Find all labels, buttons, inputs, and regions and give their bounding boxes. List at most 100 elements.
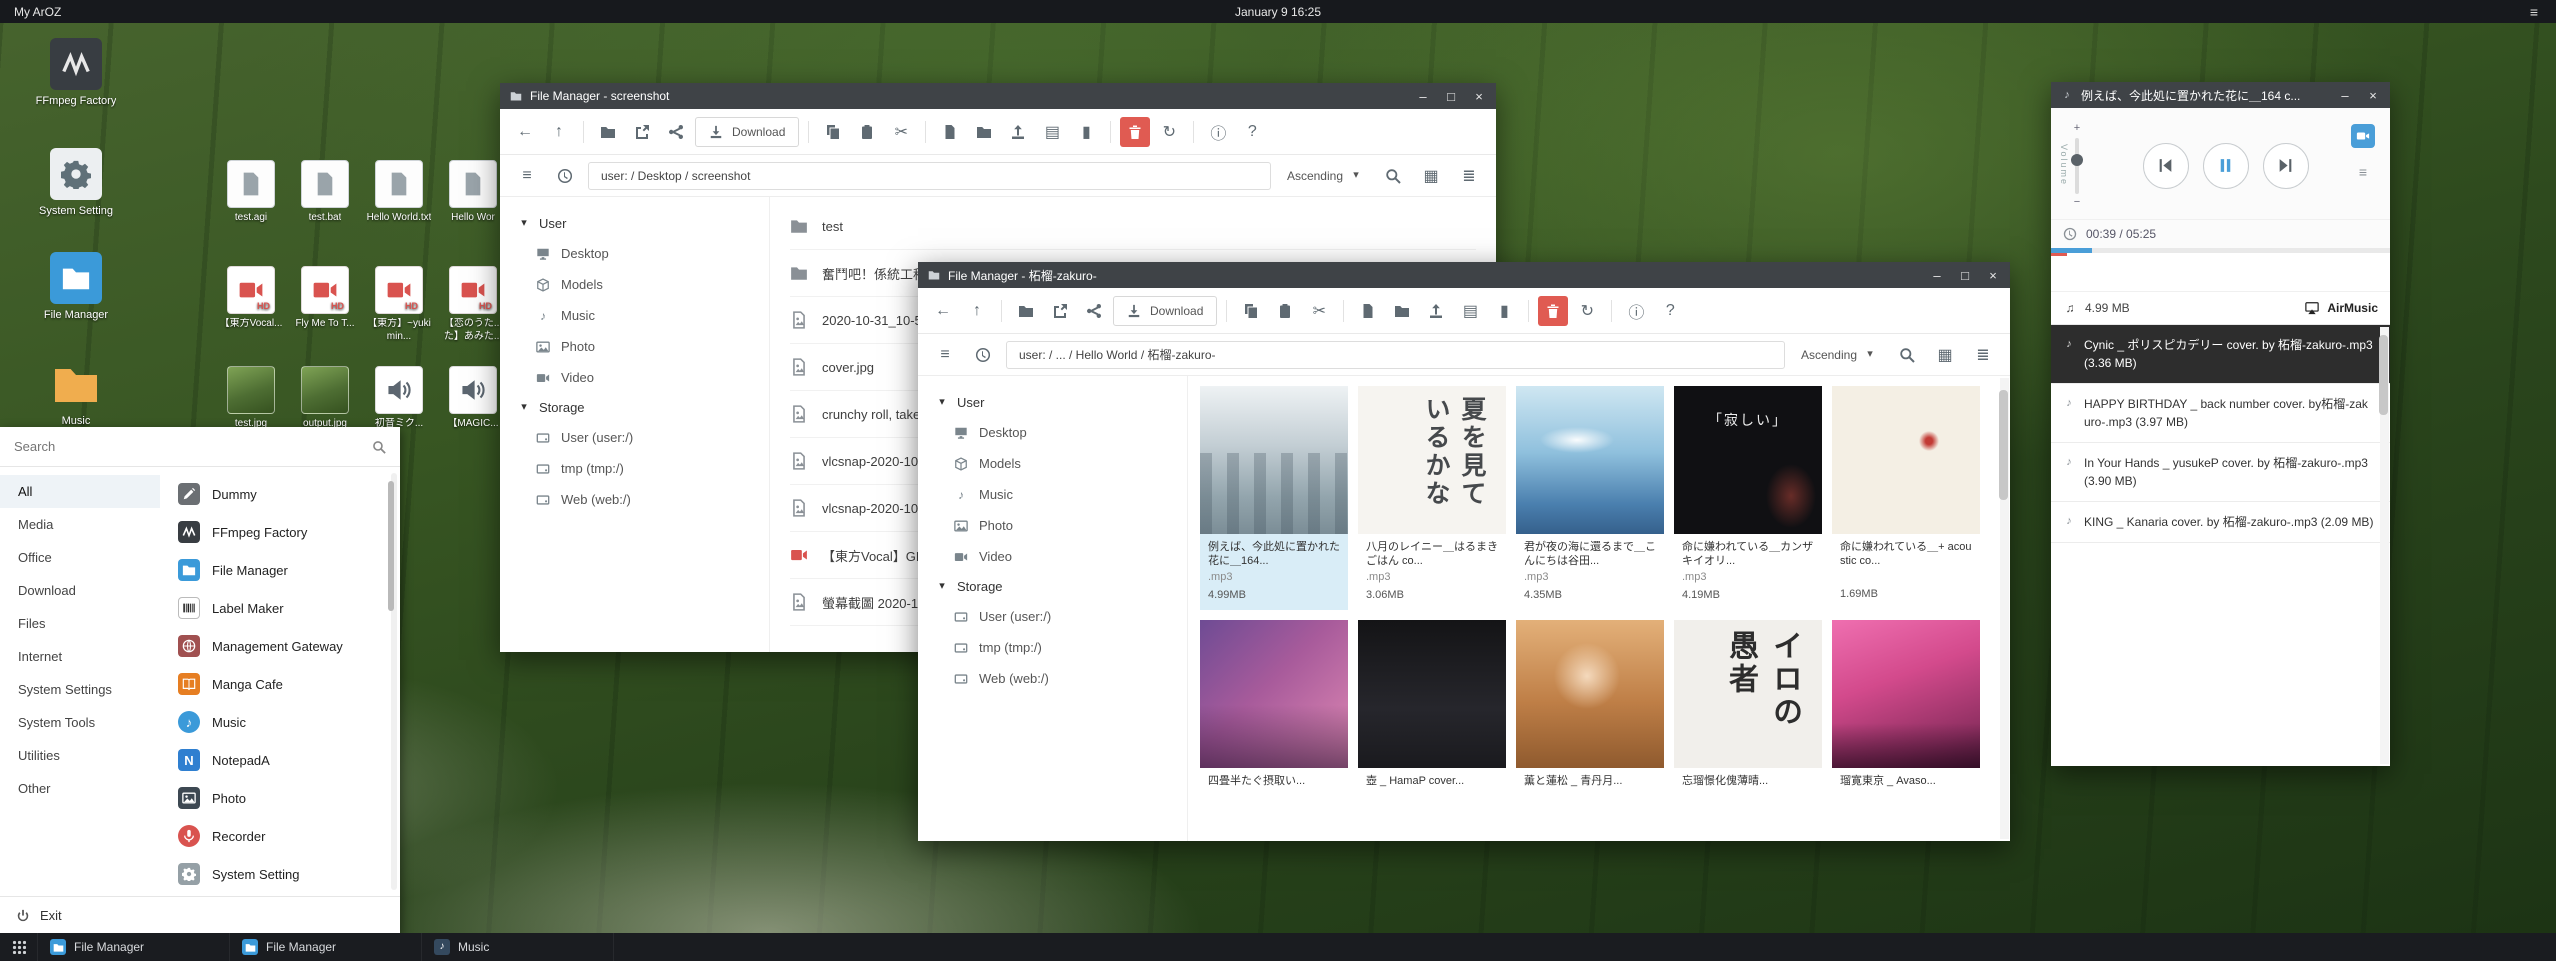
upload-button[interactable] <box>1003 117 1033 147</box>
sidebar-section-user[interactable]: ▾ User <box>500 209 769 238</box>
category-utilities[interactable]: Utilities <box>0 739 160 772</box>
scrollbar-thumb[interactable] <box>1999 390 2008 500</box>
next-button[interactable] <box>2263 143 2309 189</box>
app-item-ffmpeg-factory[interactable]: FFmpeg Factory <box>164 513 400 551</box>
exit-button[interactable]: Exit <box>0 896 400 934</box>
upload-button[interactable] <box>1421 296 1451 326</box>
app-launcher-button[interactable] <box>0 933 38 961</box>
category-system-tools[interactable]: System Tools <box>0 706 160 739</box>
sidebar-item-models[interactable]: Models <box>918 448 1187 479</box>
sidebar-item-tmp-drive[interactable]: tmp (tmp:/) <box>500 453 769 484</box>
desktop-file-test-agi[interactable]: test.agi <box>216 160 286 225</box>
sidebar-item-music[interactable]: ♪Music <box>500 300 769 331</box>
download-button[interactable]: Download <box>695 117 799 147</box>
file-tile[interactable]: 壺 _ HamaP cover... <box>1358 620 1506 788</box>
search-icon[interactable] <box>372 440 386 454</box>
close-button[interactable]: × <box>2366 88 2380 102</box>
playlist-scrollbar[interactable] <box>2380 327 2389 764</box>
desktop-file-audio-1[interactable]: 初音ミク... <box>364 366 434 431</box>
app-item-music[interactable]: ♪ Music <box>164 703 400 741</box>
desktop-file-video-3[interactable]: HD 【東方】~yukimin... <box>364 266 434 343</box>
desktop-file-audio-2[interactable]: 【MAGIC... <box>438 366 508 431</box>
app-item-notepada[interactable]: NotepadA <box>164 741 400 779</box>
app-item-system-setting[interactable]: System Setting <box>164 855 400 893</box>
scrollbar-thumb[interactable] <box>388 481 394 611</box>
cast-button[interactable] <box>2351 124 2375 148</box>
archive-button[interactable]: ▤ <box>1455 296 1485 326</box>
grid-view-button[interactable]: ▦ <box>1416 161 1446 191</box>
sort-dropdown[interactable]: Ascending ▾ <box>1793 341 1884 369</box>
app-item-label-maker[interactable]: Label Maker <box>164 589 400 627</box>
vertical-scrollbar[interactable] <box>2000 378 2009 839</box>
file-row[interactable]: test <box>790 203 1476 250</box>
minimize-button[interactable]: – <box>2338 88 2352 102</box>
file-tile[interactable]: 「寂しい」 命に嫌われている＿カンザキイオリ... .mp3 4.19MB <box>1674 386 1822 610</box>
up-button[interactable]: ↑ <box>962 296 992 326</box>
history-button[interactable] <box>550 161 580 191</box>
sidebar-item-photo[interactable]: Photo <box>918 510 1187 541</box>
volume-up-icon[interactable]: + <box>2071 123 2083 135</box>
taskbar-item-file-manager-2[interactable]: File Manager <box>230 933 422 961</box>
app-list-scrollbar[interactable] <box>391 473 397 890</box>
file-tile[interactable]: 君が夜の海に還るまで＿こんにちは谷田... .mp3 4.35MB <box>1516 386 1664 610</box>
download-button[interactable]: Download <box>1113 296 1217 326</box>
volume-slider[interactable] <box>2075 138 2079 194</box>
maximize-button[interactable]: □ <box>1444 89 1458 103</box>
search-input[interactable] <box>14 439 364 454</box>
archive-button[interactable]: ▤ <box>1037 117 1067 147</box>
close-button[interactable]: × <box>1472 89 1486 103</box>
file-tile[interactable]: 夏を見ているかな 八月のレイニー＿はるまきごはん co... .mp3 3.06… <box>1358 386 1506 610</box>
file-tile[interactable]: 薫と蓮松 _ 青丹月... <box>1516 620 1664 788</box>
desktop-file-test-bat[interactable]: test.bat <box>290 160 360 225</box>
sidebar-item-music[interactable]: ♪Music <box>918 479 1187 510</box>
close-button[interactable]: × <box>1986 268 2000 282</box>
share-button[interactable] <box>661 117 691 147</box>
app-item-recorder[interactable]: Recorder <box>164 817 400 855</box>
playlist-item[interactable]: ♪ HAPPY BIRTHDAY _ back number cover. by… <box>2051 384 2390 443</box>
back-button[interactable]: ← <box>928 296 958 326</box>
file-tile[interactable]: 四畳半たぐ摂取い... <box>1200 620 1348 788</box>
sidebar-item-models[interactable]: Models <box>500 269 769 300</box>
desktop-file-test-jpg[interactable]: test.jpg <box>216 366 286 431</box>
open-button[interactable] <box>593 117 623 147</box>
up-button[interactable]: ↑ <box>544 117 574 147</box>
category-office[interactable]: Office <box>0 541 160 574</box>
rename-button[interactable]: ▮ <box>1489 296 1519 326</box>
info-button[interactable]: ⓘ <box>1621 296 1651 326</box>
help-button[interactable]: ? <box>1237 117 1267 147</box>
sidebar-section-user[interactable]: ▾ User <box>918 388 1187 417</box>
desktop-file-hello-wor[interactable]: Hello Wor <box>438 160 508 225</box>
cut-button[interactable]: ✂ <box>886 117 916 147</box>
app-item-file-manager[interactable]: File Manager <box>164 551 400 589</box>
rename-button[interactable]: ▮ <box>1071 117 1101 147</box>
top-menu-icon[interactable]: ≡ <box>2526 4 2542 20</box>
app-item-manga-cafe[interactable]: Manga Cafe <box>164 665 400 703</box>
window-titlebar[interactable]: ♪ 例えば、今此処に置かれた花に＿164 c... – × <box>2051 82 2390 108</box>
copy-button[interactable] <box>1236 296 1266 326</box>
file-tile[interactable]: 瑠寛東京 _ Avaso... <box>1832 620 1980 788</box>
open-button[interactable] <box>1011 296 1041 326</box>
paste-button[interactable] <box>852 117 882 147</box>
sidebar-section-storage[interactable]: ▾ Storage <box>500 393 769 422</box>
sidebar-item-user-drive[interactable]: User (user:/) <box>500 422 769 453</box>
volume-slider-thumb[interactable] <box>2071 154 2083 166</box>
category-download[interactable]: Download <box>0 574 160 607</box>
sort-dropdown[interactable]: Ascending ▾ <box>1279 162 1370 190</box>
new-folder-button[interactable] <box>1387 296 1417 326</box>
sidebar-item-web-drive[interactable]: Web (web:/) <box>918 663 1187 694</box>
path-input[interactable]: user: / Desktop / screenshot <box>588 162 1271 190</box>
playlist-item[interactable]: ♪ In Your Hands _ yusukeP cover. by 柘榴-z… <box>2051 443 2390 502</box>
app-item-management-gateway[interactable]: Management Gateway <box>164 627 400 665</box>
volume-down-icon[interactable]: − <box>2071 197 2083 209</box>
progress-bar[interactable] <box>2051 248 2390 253</box>
list-view-button[interactable]: ≣ <box>1968 340 1998 370</box>
sidebar-item-tmp-drive[interactable]: tmp (tmp:/) <box>918 632 1187 663</box>
refresh-button[interactable]: ↻ <box>1572 296 1602 326</box>
grid-view-button[interactable]: ▦ <box>1930 340 1960 370</box>
search-button[interactable] <box>1892 340 1922 370</box>
category-files[interactable]: Files <box>0 607 160 640</box>
paste-button[interactable] <box>1270 296 1300 326</box>
sidebar-section-storage[interactable]: ▾ Storage <box>918 572 1187 601</box>
category-media[interactable]: Media <box>0 508 160 541</box>
desktop-file-hello-world-txt[interactable]: Hello World.txt <box>364 160 434 225</box>
